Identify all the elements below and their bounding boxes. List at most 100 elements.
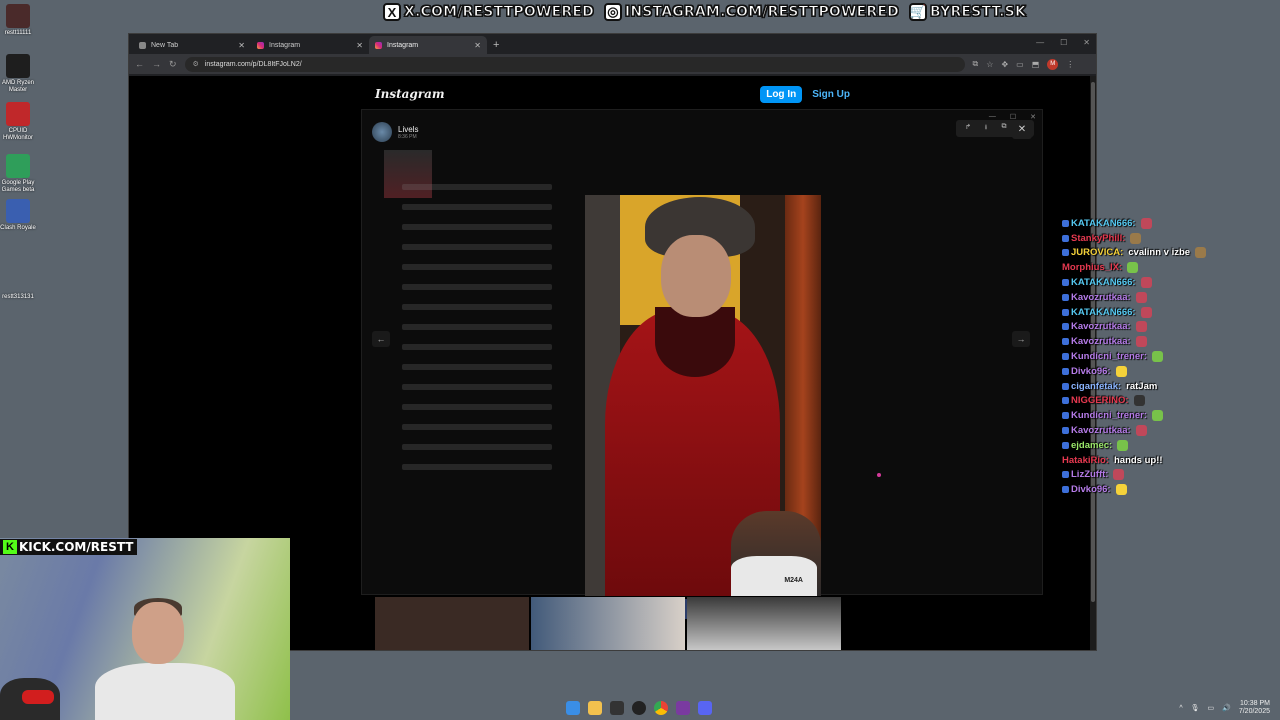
start-windows-icon[interactable] — [566, 701, 580, 715]
desktop-shortcut[interactable]: Google Play Games beta — [0, 154, 36, 194]
discord-icon[interactable] — [698, 701, 712, 715]
chat-username: Kundicni_trener: — [1071, 410, 1148, 422]
subscriber-badge-icon — [1062, 293, 1069, 301]
share-icon[interactable]: ↱ — [960, 123, 976, 134]
address-bar[interactable]: ⚙ instagram.com/p/DL8ItFJoLN2/ — [184, 56, 965, 72]
clock-time: 10:38 PM — [1240, 700, 1270, 707]
profile-avatar[interactable]: M — [1047, 58, 1059, 70]
banner-item: X X.COM/RESTTPOWERED — [383, 3, 594, 21]
chat-message: Divko96: — [1062, 482, 1280, 497]
related-post[interactable] — [687, 597, 841, 650]
extension-icon[interactable]: ⬒ — [1032, 60, 1040, 69]
chat-username: Kavozrutkaa: — [1071, 336, 1131, 348]
subscriber-badge-icon — [1062, 397, 1069, 405]
app-icon[interactable] — [676, 701, 690, 715]
chat-username: Divko96: — [1071, 365, 1111, 377]
log-in-button[interactable]: Log In — [760, 85, 803, 103]
mic-icon[interactable]: 🎙 — [1191, 704, 1200, 712]
sign-up-link[interactable]: Sign Up — [812, 89, 850, 100]
system-tray: ^ 🎙 ▭ 🔊 10:38 PM 7/20/2025 — [1179, 700, 1270, 716]
instagram-logo[interactable]: Instagram — [375, 87, 445, 101]
open-external-icon[interactable]: ⧉ — [996, 123, 1012, 134]
desktop-app-icon — [6, 4, 30, 28]
desktop-shortcut[interactable]: restt11111 — [0, 4, 36, 37]
chat-message: Kundicni_trener: — [1062, 349, 1280, 364]
clock[interactable]: 10:38 PM 7/20/2025 — [1239, 700, 1270, 716]
file-explorer-icon[interactable] — [588, 701, 602, 715]
cart-icon: 🛒 — [909, 3, 927, 21]
tab-close-icon[interactable]: ✕ — [356, 41, 363, 50]
download-icon[interactable]: ⭳ — [978, 123, 994, 134]
chat-username: NIGGERINO: — [1071, 395, 1129, 407]
desktop-shortcut[interactable]: CPUID HWMonitor — [0, 102, 36, 142]
browser-tab[interactable]: Instagram ✕ — [251, 36, 369, 54]
taskbar: ^ 🎙 ▭ 🔊 10:38 PM 7/20/2025 — [290, 696, 1280, 720]
obs-icon[interactable] — [632, 701, 646, 715]
extensions-icon[interactable]: ✥ — [1001, 60, 1008, 69]
chat-username: Kavozrutkaa: — [1071, 321, 1131, 333]
tray-chevron-icon[interactable]: ^ — [1179, 705, 1182, 712]
bookmark-star-icon[interactable]: ☆ — [986, 60, 993, 69]
chat-emote-icon — [1135, 425, 1147, 437]
chrome-icon[interactable] — [654, 701, 668, 715]
site-info-icon[interactable]: ⚙ — [193, 60, 199, 68]
subscriber-badge-icon — [1062, 412, 1069, 420]
tab-close-icon[interactable]: ✕ — [238, 41, 245, 50]
tab-label: Instagram — [269, 41, 301, 49]
terminal-icon[interactable] — [610, 701, 624, 715]
browser-tab[interactable]: Instagram ✕ — [369, 36, 487, 54]
kick-url: KICK.COM/RESTT — [19, 540, 134, 554]
network-icon[interactable]: ▭ — [1208, 704, 1215, 712]
chat-emote-icon — [1140, 277, 1152, 289]
reload-icon[interactable]: ↻ — [169, 59, 177, 70]
video-player[interactable]: M24A — [585, 195, 821, 596]
close-window-icon[interactable]: ✕ — [1083, 38, 1090, 47]
chat-message: Kavozrutkaa: — [1062, 423, 1280, 438]
chat-message: Kavozrutkaa: — [1062, 320, 1280, 335]
desktop-app-icon — [6, 268, 30, 292]
desktop-shortcut[interactable]: AMD Ryzen Master — [0, 54, 36, 94]
subscriber-badge-icon — [1062, 219, 1069, 227]
chat-message: Divko96: — [1062, 364, 1280, 379]
related-post[interactable] — [375, 597, 529, 650]
related-post[interactable] — [531, 597, 685, 650]
chat-emote-icon — [1135, 321, 1147, 333]
tab-label: New Tab — [151, 41, 179, 49]
chat-message: KATAKAN666: — [1062, 305, 1280, 320]
chat-emote-icon — [1115, 484, 1127, 496]
taskbar-apps — [566, 701, 712, 715]
sidepanel-icon[interactable]: ▭ — [1016, 60, 1024, 69]
close-viewer-button[interactable]: ✕ — [1012, 121, 1032, 139]
new-tab-button[interactable]: + — [487, 39, 505, 54]
menu-kebab-icon[interactable]: ⋮ — [1066, 60, 1074, 69]
poster-avatar[interactable] — [372, 122, 392, 142]
subscriber-badge-icon — [1062, 367, 1069, 375]
window-controls: — ☐ ✕ — [1036, 38, 1090, 47]
desktop-shortcut[interactable]: Clash Royale — [0, 199, 36, 232]
tab-bar: New Tab ✕ Instagram ✕ Instagram ✕ + — [129, 34, 1096, 54]
chat-emote-icon — [1115, 365, 1127, 377]
poster-name[interactable]: Livels — [398, 125, 418, 134]
chat-username: Kavozrutkaa: — [1071, 291, 1131, 303]
poster-time: 8:36 PM — [398, 133, 417, 140]
chat-username: Kavozrutkaa: — [1071, 425, 1131, 437]
chat-message: KATAKAN666: — [1062, 216, 1280, 231]
banner-text: INSTAGRAM.COM/RESTTPOWERED — [624, 4, 899, 21]
tab-close-icon[interactable]: ✕ — [474, 41, 481, 50]
desktop-app-icon — [6, 54, 30, 78]
desktop-shortcut[interactable]: restt313131 — [0, 268, 36, 301]
minimize-icon[interactable]: — — [1036, 38, 1044, 47]
back-icon[interactable]: ← — [135, 59, 144, 69]
next-arrow-icon[interactable]: → — [1012, 331, 1030, 347]
stream-banner: X X.COM/RESTTPOWERED ◎ INSTAGRAM.COM/RESTTP… — [383, 0, 1026, 24]
volume-icon[interactable]: 🔊 — [1222, 704, 1231, 712]
subscriber-badge-icon — [1062, 279, 1069, 287]
instagram-favicon-icon — [257, 41, 264, 49]
forward-icon[interactable]: → — [152, 59, 161, 69]
browser-tab[interactable]: New Tab ✕ — [133, 36, 251, 54]
clock-date: 7/20/2025 — [1238, 708, 1270, 715]
previous-arrow-icon[interactable]: ← — [372, 331, 390, 347]
maximize-icon[interactable]: ☐ — [1060, 38, 1067, 47]
install-icon[interactable]: ⧉ — [973, 59, 979, 69]
chat-username: HatakiRio: — [1062, 454, 1109, 466]
